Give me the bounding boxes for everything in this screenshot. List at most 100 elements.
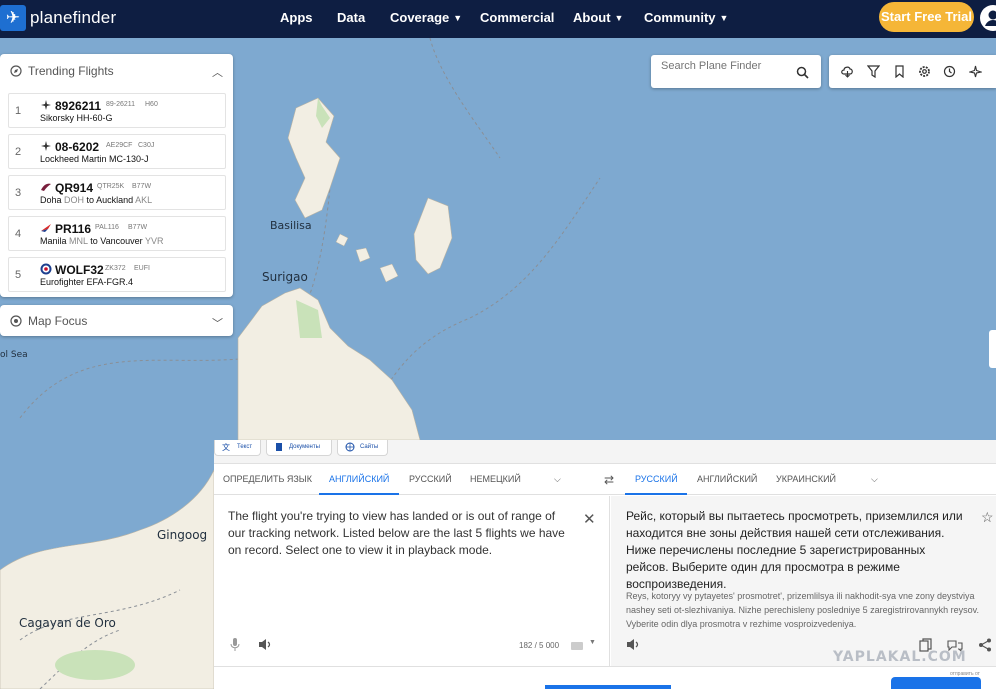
swap-languages-icon[interactable]: ⇄ bbox=[604, 473, 614, 487]
chevron-down-icon: ▼ bbox=[719, 13, 729, 23]
flight-registration: QTR25K bbox=[97, 183, 125, 190]
mode-text-label: Текст bbox=[237, 444, 253, 450]
clear-text-close-icon[interactable]: ✕ bbox=[583, 510, 596, 528]
map-focus-panel[interactable]: Map Focus ﹀ bbox=[0, 305, 233, 336]
nav-community-label: Community bbox=[644, 10, 716, 25]
trending-flight-row[interactable]: 4 PR116 PAL116 B77W Manila MNL to Vancou… bbox=[8, 216, 226, 251]
microphone-icon[interactable] bbox=[230, 638, 240, 652]
bookmark-icon[interactable] bbox=[893, 65, 906, 78]
plane-logo-icon: ✈ bbox=[0, 5, 26, 31]
speaker-icon[interactable] bbox=[626, 638, 640, 651]
map-land-lower bbox=[0, 440, 214, 689]
military-plane-icon bbox=[41, 141, 51, 151]
route-to: to bbox=[86, 195, 95, 205]
flight-aircraft-type: B77W bbox=[132, 183, 152, 190]
translated-text: Рейс, который вы пытаетесь просмотреть, … bbox=[626, 509, 963, 591]
nav-about[interactable]: About ▼ bbox=[573, 10, 623, 25]
source-text[interactable]: The flight you're trying to view has lan… bbox=[228, 508, 568, 559]
translation-output-area: Рейс, который вы пытаетесь просмотреть, … bbox=[611, 496, 996, 666]
flight-callsign: 8926211 bbox=[55, 99, 102, 113]
mode-websites-tab[interactable]: Сайты bbox=[337, 440, 388, 456]
translate-icon: 文 bbox=[222, 442, 230, 452]
route-destination-code: YVR bbox=[144, 236, 164, 246]
keyboard-dropdown-icon[interactable]: ▼ bbox=[589, 639, 596, 646]
nav-commercial[interactable]: Commercial bbox=[480, 10, 554, 25]
source-lang-english[interactable]: АНГЛИЙСКИЙ bbox=[329, 474, 389, 484]
flight-aircraft-name: Lockheed Martin MC-130-J bbox=[40, 154, 149, 164]
flight-rank: 1 bbox=[15, 105, 22, 117]
search-icon[interactable] bbox=[796, 66, 809, 79]
source-lang-russian[interactable]: РУССКИЙ bbox=[409, 474, 452, 484]
planefinder-logo[interactable]: ✈ planefinder bbox=[0, 4, 116, 32]
route-to: to bbox=[90, 236, 98, 246]
chevron-up-icon[interactable]: ︿ bbox=[212, 64, 223, 80]
share-icon[interactable] bbox=[978, 638, 992, 652]
map-canvas-lower[interactable]: Gingoog Cagayan de Oro bbox=[0, 440, 214, 689]
trending-flights-header[interactable]: Trending Flights ︿ bbox=[0, 54, 233, 87]
star-save-icon[interactable]: ☆ bbox=[981, 509, 994, 526]
mode-documents-tab[interactable]: Документы bbox=[266, 440, 332, 456]
map-toolbar bbox=[829, 55, 996, 88]
source-text-area[interactable]: The flight you're trying to view has lan… bbox=[214, 496, 610, 666]
scroll-indicator-bar bbox=[545, 685, 671, 689]
side-panel-tab[interactable] bbox=[989, 330, 996, 368]
flight-route: Manila MNL to Vancouver YVR bbox=[40, 236, 163, 246]
nav-community[interactable]: Community ▼ bbox=[644, 10, 728, 25]
flight-rank: 4 bbox=[15, 228, 22, 240]
search-input[interactable] bbox=[661, 57, 791, 75]
history-playback-icon[interactable] bbox=[943, 65, 956, 78]
flight-aircraft-name: Sikorsky HH-60-G bbox=[40, 113, 113, 123]
flight-route: Doha DOH to Auckland AKL bbox=[40, 195, 152, 205]
map-focus-title: Map Focus bbox=[28, 313, 88, 328]
search-box bbox=[651, 55, 821, 88]
source-lang-german[interactable]: НЕМЕЦКИЙ bbox=[470, 474, 521, 484]
source-lang-more-chevron-icon[interactable]: ⌵ bbox=[554, 474, 561, 485]
translator-mode-bar: 文 Текст Документы Сайты bbox=[214, 440, 996, 464]
map-label-cagayan: Cagayan de Oro bbox=[19, 616, 116, 630]
flight-registration: PAL116 bbox=[95, 224, 119, 231]
mode-websites-label: Сайты bbox=[360, 444, 379, 450]
target-lang-russian[interactable]: РУССКИЙ bbox=[635, 474, 678, 484]
plane-tools-icon[interactable] bbox=[969, 65, 982, 78]
target-lang-english[interactable]: АНГЛИЙСКИЙ bbox=[697, 474, 757, 484]
nav-data[interactable]: Data bbox=[337, 10, 365, 25]
settings-gear-icon[interactable] bbox=[918, 65, 931, 78]
flight-registration: AE29CF bbox=[106, 142, 133, 149]
svg-text:文: 文 bbox=[222, 442, 230, 452]
map-label-surigao: Surigao bbox=[262, 270, 308, 284]
brand-name: planefinder bbox=[30, 8, 117, 27]
trending-flight-row[interactable]: 1 8926211 89-26211 H60 Sikorsky HH-60-G bbox=[8, 93, 226, 128]
source-lang-detect[interactable]: ОПРЕДЕЛИТЬ ЯЗЫК bbox=[223, 474, 312, 484]
trending-flight-row[interactable]: 2 08-6202 AE29CF C30J Lockheed Martin MC… bbox=[8, 134, 226, 169]
trending-flight-row[interactable]: 5 WOLF32 ZK372 EUFI Eurofighter EFA-FGR.… bbox=[8, 257, 226, 292]
route-origin: Doha bbox=[40, 195, 62, 205]
speaker-icon[interactable] bbox=[258, 638, 272, 651]
philippine-airlines-logo-icon bbox=[41, 224, 51, 232]
keyboard-icon[interactable] bbox=[571, 642, 583, 650]
trending-flights-panel: Trending Flights ︿ 1 8926211 89-26211 H6… bbox=[0, 54, 233, 297]
flight-callsign: PR116 bbox=[55, 222, 92, 236]
send-feedback-button[interactable] bbox=[891, 677, 981, 689]
mode-text-tab[interactable]: 文 Текст bbox=[214, 440, 261, 456]
flight-aircraft-type: C30J bbox=[138, 142, 155, 149]
document-icon bbox=[276, 443, 282, 451]
map-label-sea: ol Sea bbox=[0, 350, 28, 360]
chevron-down-icon[interactable]: ﹀ bbox=[212, 315, 223, 331]
layers-cloud-icon[interactable] bbox=[841, 65, 854, 78]
nav-coverage[interactable]: Coverage ▼ bbox=[390, 10, 462, 25]
flight-registration: 89-26211 bbox=[106, 101, 136, 108]
language-bar: ОПРЕДЕЛИТЬ ЯЗЫК АНГЛИЙСКИЙ РУССКИЙ НЕМЕЦ… bbox=[214, 464, 996, 495]
trending-flight-row[interactable]: 3 QR914 QTR25K B77W Doha DOH to Auckland… bbox=[8, 175, 226, 210]
target-lang-ukrainian[interactable]: УКРАИНСКИЙ bbox=[776, 474, 836, 484]
user-account-icon[interactable] bbox=[980, 5, 996, 31]
nav-apps[interactable]: Apps bbox=[280, 10, 313, 25]
target-lang-more-chevron-icon[interactable]: ⌵ bbox=[871, 474, 878, 485]
map-label-basilisa: Basilisa bbox=[270, 219, 312, 232]
route-destination: Vancouver bbox=[100, 236, 143, 246]
filter-icon[interactable] bbox=[867, 65, 880, 78]
trending-flights-title: Trending Flights bbox=[28, 63, 114, 78]
nav-commercial-label: Commercial bbox=[480, 10, 555, 25]
qatar-airways-logo-icon bbox=[41, 183, 51, 191]
flight-aircraft-type: H60 bbox=[145, 101, 158, 108]
start-free-trial-button[interactable]: Start Free Trial bbox=[879, 2, 974, 32]
